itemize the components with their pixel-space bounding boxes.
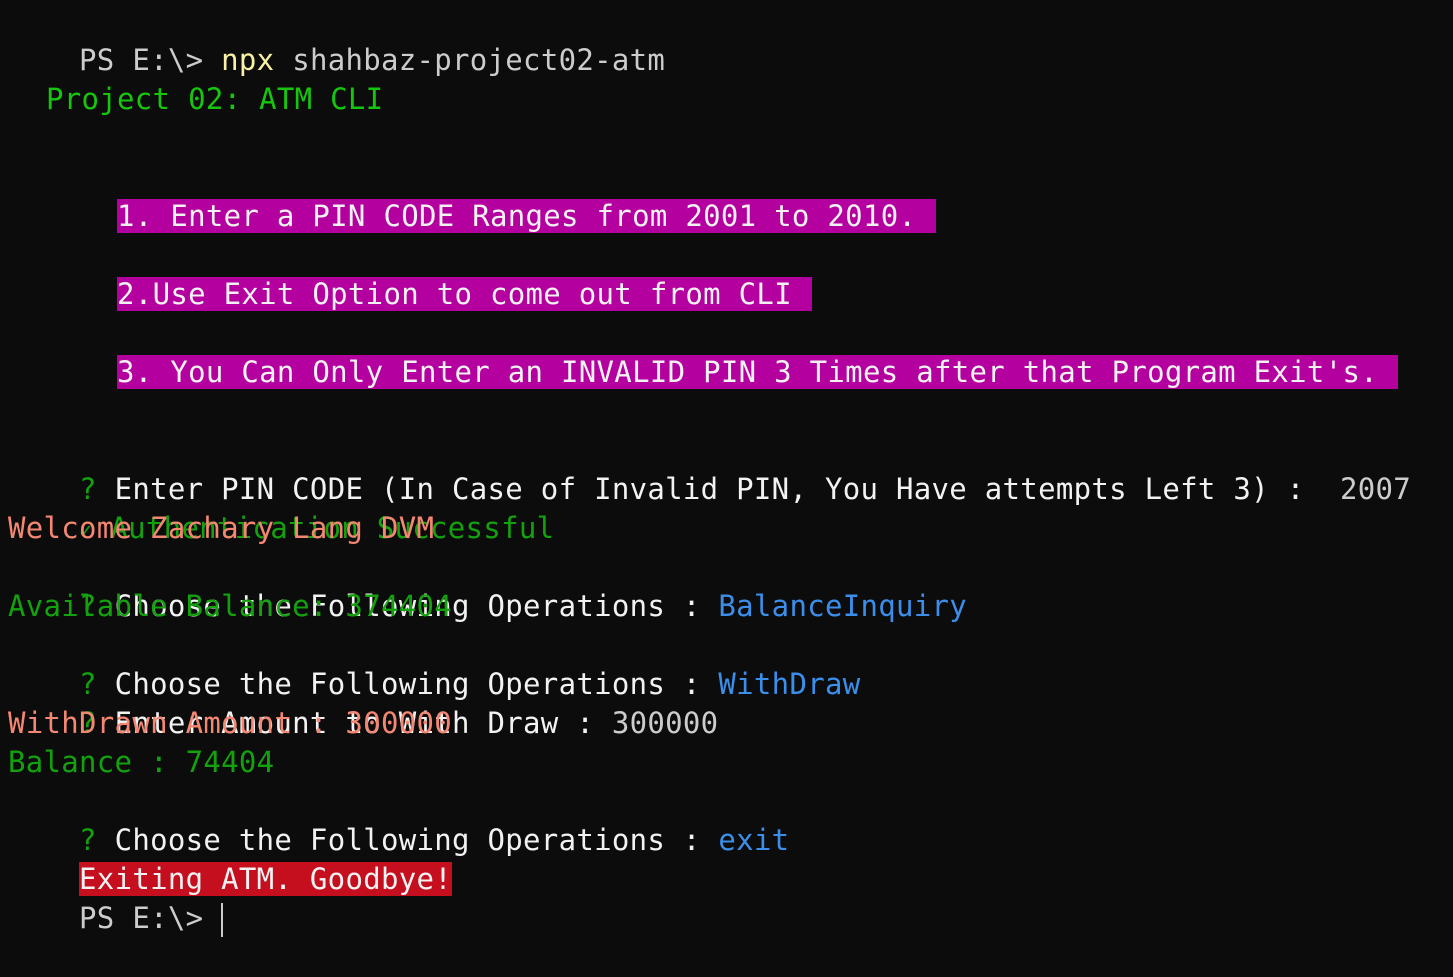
operation-choice-3: exit <box>718 823 790 857</box>
welcome-message: Welcome Zachary Lang DVM <box>8 511 435 545</box>
rule-2-text: 2.Use Exit Option to come out from CLI <box>117 277 812 311</box>
operation-prompt-1: ? Choose the Following Operations : Bala… <box>8 548 967 623</box>
pin-prompt-line: ? Enter PIN CODE (In Case of Invalid PIN… <box>8 431 1411 506</box>
rule-1-text: 1. Enter a PIN CODE Ranges from 2001 to … <box>117 199 937 233</box>
operation-choice-2: WithDraw <box>718 667 861 701</box>
pin-value: 2007 <box>1340 472 1412 506</box>
command-args: shahbaz-project02-atm <box>292 43 666 77</box>
ps-prompt: PS E:\> <box>79 43 204 77</box>
auth-line: ✓ Authentication Successful <box>8 470 554 545</box>
withdrawn-amount: WithDrawn Amount : 300000 <box>8 706 452 740</box>
goodbye-line: Exiting ATM. Goodbye! <box>8 821 452 896</box>
app-title: Project 02: ATM CLI <box>46 82 384 116</box>
text-cursor[interactable] <box>221 903 224 937</box>
operation-prompt-3: ? Choose the Following Operations : exit <box>8 782 789 857</box>
rule-1: 1. Enter a PIN CODE Ranges from 2001 to … <box>46 158 937 233</box>
amount-prompt-line: ? Enter Amount to With Draw : 300000 <box>8 665 718 740</box>
final-ps-prompt: PS E:\> <box>79 901 204 935</box>
command-name: npx <box>221 43 275 77</box>
rule-2: 2.Use Exit Option to come out from CLI <box>46 236 812 311</box>
operation-prompt-2: ? Choose the Following Operations : With… <box>8 626 860 701</box>
rule-3: 3. You Can Only Enter an INVALID PIN 3 T… <box>46 314 1398 389</box>
command-line: PS E:\> npx shahbaz-project02-atm <box>8 2 665 77</box>
available-balance: Available Balance: 374404 <box>8 589 452 623</box>
remaining-balance: Balance : 74404 <box>8 745 275 779</box>
operation-choice-1: BalanceInquiry <box>718 589 968 623</box>
terminal-window[interactable]: PS E:\> npx shahbaz-project02-atm Projec… <box>0 0 1453 937</box>
amount-value: 300000 <box>611 706 719 740</box>
final-prompt-line[interactable]: PS E:\> <box>8 860 224 937</box>
rule-3-text: 3. You Can Only Enter an INVALID PIN 3 T… <box>117 355 1398 389</box>
